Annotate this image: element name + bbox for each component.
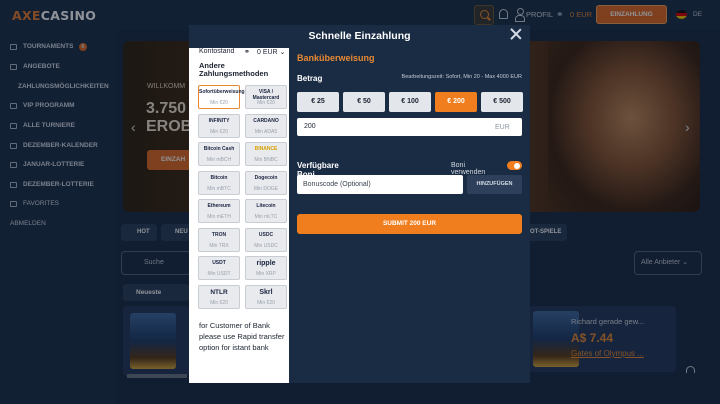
payment-method-min: Min ADA5 <box>254 129 278 135</box>
payment-method-min: Min mETH <box>207 214 231 220</box>
processing-info: Bearbeitungszeit: Sofort, Min 20 - Max 4… <box>401 74 522 80</box>
payment-method-min: Min €20 <box>210 300 228 306</box>
payment-method-min: Min USDC <box>254 243 278 249</box>
payment-method-min: Min BNBC <box>254 157 278 163</box>
payment-method-min: Min €20 <box>210 100 228 106</box>
payment-method-min: Min €20 <box>210 129 228 135</box>
payment-method-min: Min USDT <box>207 271 231 277</box>
payment-method-bitcoin-cash[interactable]: Bitcoin Cash Min mBCH <box>198 142 240 166</box>
payment-method-card[interactable]: VISA / Mastercard Min €20 <box>245 85 287 109</box>
amount-option-25[interactable]: € 25 <box>297 92 339 112</box>
chevron-down-icon: ⌄ <box>279 49 286 56</box>
amount-option-50[interactable]: € 50 <box>343 92 385 112</box>
neteller-logo: NTLR <box>210 289 228 296</box>
payment-method-infinity[interactable]: INFINITY Min €20 <box>198 114 240 138</box>
bitcoin-logo: Bitcoin <box>210 175 228 181</box>
ripple-logo: ripple <box>256 260 276 267</box>
wallet-icon: ⚭ <box>244 49 250 56</box>
payment-methods-panel: Kontostand ⚭ 0 EUR ⌄ Andere Zahlungsmeth… <box>189 48 289 383</box>
skrill-logo: Skrl <box>259 289 273 296</box>
binance-logo: BINANCE <box>254 146 278 152</box>
payment-method-min: Min mBCH <box>206 157 232 163</box>
amount-option-500[interactable]: € 500 <box>481 92 523 112</box>
amount-input[interactable]: 200 <box>297 118 522 136</box>
bonus-toggle-label: Boni verwenden <box>451 162 486 176</box>
modal-header: Schnelle Einzahlung <box>189 25 530 48</box>
payment-method-ripple[interactable]: ripple Min XRP <box>245 256 287 280</box>
payment-method-min: Min DOGE <box>253 186 279 192</box>
payment-method-usdc[interactable]: USDC Min USDC <box>245 228 287 252</box>
bonus-code-input[interactable]: Bonuscode (Optional) <box>297 175 463 194</box>
amount-option-100[interactable]: € 100 <box>389 92 431 112</box>
payment-method-neteller[interactable]: NTLR Min €20 <box>198 285 240 309</box>
payment-method-min: Min mBTC <box>207 186 231 192</box>
payment-method-skrill[interactable]: Skrl Min €20 <box>245 285 287 309</box>
bitcoin-cash-logo: Bitcoin Cash <box>203 146 235 152</box>
usdc-logo: USDC <box>258 232 274 238</box>
payment-method-cardano[interactable]: CARDANO Min ADA5 <box>245 114 287 138</box>
amount-currency: EUR <box>495 124 510 131</box>
payment-method-min: Min mLTC <box>254 214 278 220</box>
submit-deposit-button[interactable]: SUBMIT 200 EUR <box>297 214 522 234</box>
quick-deposit-modal: Schnelle Einzahlung Kontostand ⚭ 0 EUR ⌄… <box>189 25 530 383</box>
dogecoin-logo: Dogecoin <box>254 175 278 181</box>
payment-method-usdt[interactable]: USDT Min USDT <box>198 256 240 280</box>
amount-option-200[interactable]: € 200 <box>435 92 477 112</box>
cardano-logo: CARDANO <box>253 118 279 124</box>
payment-method-dogecoin[interactable]: Dogecoin Min DOGE <box>245 171 287 195</box>
close-icon[interactable] <box>510 28 522 40</box>
payment-method-litecoin[interactable]: Litecoin Min mLTC <box>245 199 287 223</box>
payment-method-min: Min TRX <box>209 243 229 249</box>
other-methods-title: Andere Zahlungsmethoden <box>199 61 269 78</box>
sofort-logo: Sofortüberweisung <box>199 89 245 95</box>
modal-title: Schnelle Einzahlung <box>308 30 411 42</box>
litecoin-logo: Litecoin <box>256 203 276 209</box>
method-title: Banküberweisung <box>297 53 375 63</box>
payment-method-tron[interactable]: TRON Min TRX <box>198 228 240 252</box>
balance-amount: 0 EUR <box>257 49 278 56</box>
bank-note: for Customer of Bank please use Rapid tr… <box>199 321 285 352</box>
payment-method-ethereum[interactable]: Ethereum Min mETH <box>198 199 240 223</box>
payment-method-bitcoin[interactable]: Bitcoin Min mBTC <box>198 171 240 195</box>
balance-value[interactable]: 0 EUR ⌄ <box>257 48 285 56</box>
payment-method-sofort[interactable]: Sofortüberweisung Min €20 <box>198 85 245 109</box>
ethereum-logo: Ethereum <box>207 203 231 209</box>
payment-method-min: Min €20 <box>257 100 275 106</box>
usdt-logo: USDT <box>212 260 226 266</box>
amount-label: Betrag <box>297 74 323 83</box>
balance-label: Kontostand <box>199 48 235 55</box>
payment-method-min: Min €20 <box>257 300 275 306</box>
payment-method-min: Min XRP <box>256 271 276 277</box>
tron-logo: TRON <box>211 232 227 238</box>
bonus-toggle[interactable] <box>507 161 522 170</box>
add-bonus-button[interactable]: HINZUFÜGEN <box>467 175 522 194</box>
infinity-logo: INFINITY <box>208 118 230 124</box>
payment-method-binance[interactable]: BINANCE Min BNBC <box>245 142 287 166</box>
